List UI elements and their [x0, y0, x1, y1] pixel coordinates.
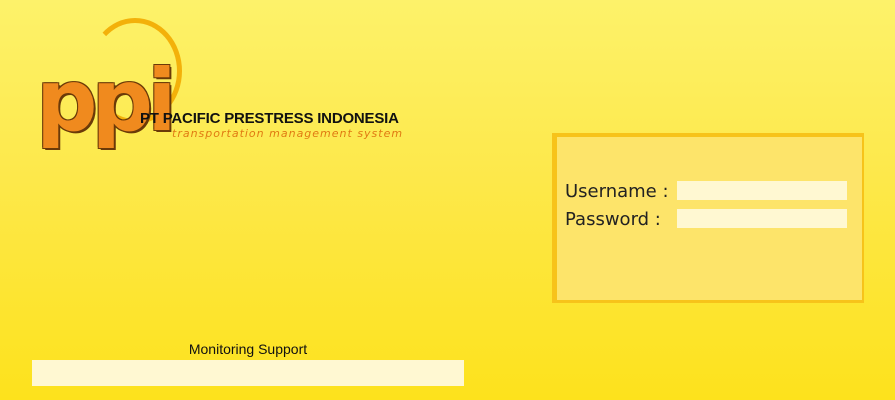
monitoring-support-title: Monitoring Support	[188, 341, 308, 357]
company-logo: ppi PT PACIFIC PRESTRESS INDONESIA trans…	[30, 14, 402, 154]
username-input[interactable]	[677, 181, 847, 200]
password-input[interactable]	[677, 209, 847, 228]
logo-letters: ppi	[36, 51, 177, 151]
login-panel: Username : Password :	[557, 137, 862, 300]
password-label: Password :	[565, 209, 661, 230]
username-label: Username :	[565, 181, 669, 202]
tagline: transportation management system	[172, 127, 404, 140]
username-row: Username :	[565, 181, 855, 203]
password-row: Password :	[565, 209, 855, 231]
company-name: PT PACIFIC PRESTRESS INDONESIA	[140, 110, 399, 127]
monitoring-support-box	[32, 360, 464, 386]
